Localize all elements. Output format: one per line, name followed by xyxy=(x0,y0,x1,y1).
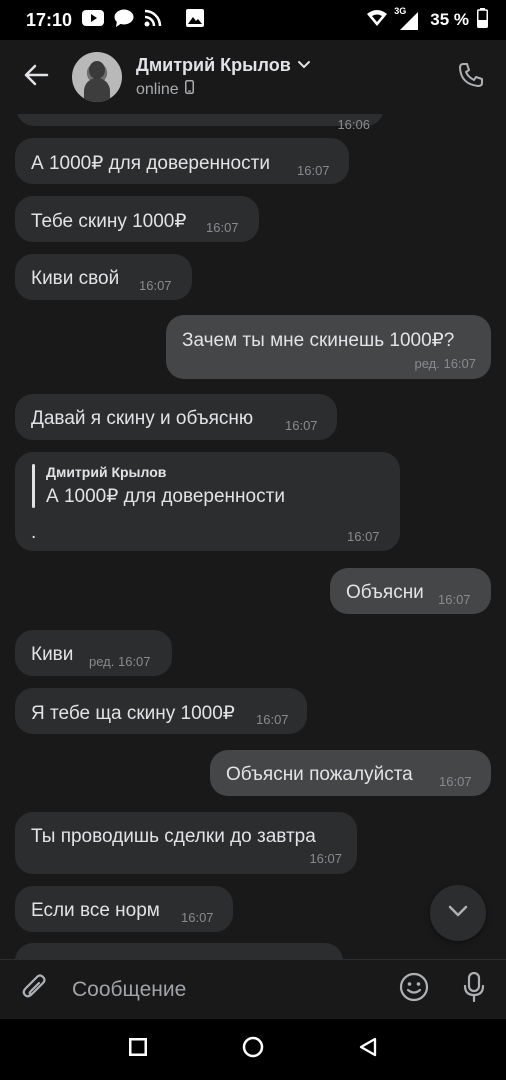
home-button[interactable] xyxy=(228,1025,278,1075)
chat-title: Дмитрий Крылов xyxy=(136,55,291,75)
chevron-down-icon xyxy=(447,904,469,923)
message-bubble[interactable]: Киви ред. 16:07 xyxy=(15,630,172,676)
message-time: 16:07 xyxy=(181,910,214,925)
recents-square-icon xyxy=(128,1038,147,1061)
reply-author: Дмитрий Крылов xyxy=(46,464,167,480)
reply-quote-bar xyxy=(32,464,35,508)
message-bubble[interactable]: Ты проводишь сделки до завтра 16:07 xyxy=(15,812,357,874)
back-arrow-icon xyxy=(23,64,49,91)
youtube-icon xyxy=(82,9,105,31)
message-text: Если все норм xyxy=(31,900,160,921)
wifi-icon xyxy=(366,9,388,32)
message-time: 16:07 xyxy=(297,163,330,178)
back-button[interactable] xyxy=(0,40,72,114)
message-composer xyxy=(0,959,506,1019)
emoji-icon xyxy=(399,972,429,1007)
reply-text: А 1000₽ для доверенности xyxy=(46,486,285,507)
attach-button[interactable] xyxy=(0,960,70,1020)
chat-header: Дмитрий Крылов online xyxy=(0,40,506,114)
message-bubble-partial[interactable] xyxy=(15,943,343,959)
message-text: Давай я скину и объясню xyxy=(31,408,254,429)
message-bubble[interactable]: Если все норм 16:07 xyxy=(15,886,233,932)
message-time: 16:07 xyxy=(439,774,472,789)
mobile-device-icon xyxy=(184,80,194,99)
rss-icon xyxy=(144,9,162,32)
message-text: Киви xyxy=(31,644,74,665)
message-text: Я тебе ща скину 1000₽ xyxy=(31,703,235,724)
status-bar: 17:10 3G 35 % xyxy=(0,0,506,40)
message-text: . xyxy=(31,522,37,543)
recents-button[interactable] xyxy=(113,1025,163,1075)
call-button[interactable] xyxy=(436,40,506,114)
message-bubble[interactable]: Я тебе ща скину 1000₽ 16:07 xyxy=(15,688,307,734)
scroll-down-button[interactable] xyxy=(430,885,486,941)
chevron-down-icon xyxy=(297,57,311,75)
message-text: Зачем ты мне скинешь 1000₽? xyxy=(182,330,455,351)
message-text: А 1000₽ для доверенности xyxy=(31,153,270,174)
message-list[interactable]: 16:06 А 1000₽ для доверенности 16:07 Теб… xyxy=(0,114,506,959)
message-time: 16:07 xyxy=(256,712,289,727)
message-bubble-reply[interactable]: Дмитрий Крылов А 1000₽ для доверенности … xyxy=(15,452,400,551)
message-time: 16:07 xyxy=(206,220,239,235)
message-text: Тебе скину 1000₽ xyxy=(31,211,187,232)
message-text: Киви свой xyxy=(31,268,120,289)
message-input[interactable] xyxy=(70,969,386,1010)
chat-title-button[interactable]: Дмитрий Крылов xyxy=(136,55,311,76)
message-bubble[interactable]: Киви свой 16:07 xyxy=(15,254,192,300)
message-time: ред. 16:07 xyxy=(89,654,151,669)
message-time: 16:07 xyxy=(285,418,318,433)
message-bubble[interactable]: Давай я скину и объясню 16:07 xyxy=(15,394,337,440)
message-time: 16:07 xyxy=(309,851,342,866)
microphone-icon xyxy=(463,971,485,1007)
message-bubble-outgoing[interactable]: Зачем ты мне скинешь 1000₽? ред. 16:07 xyxy=(166,315,491,379)
system-nav-bar xyxy=(0,1019,506,1080)
network-type-label: 3G xyxy=(394,6,407,16)
message-text: Объясни пожалуйста xyxy=(226,764,413,785)
message-time: 16:07 xyxy=(139,278,172,293)
message-time: 16:07 xyxy=(438,592,471,607)
message-bubble[interactable]: Тебе скину 1000₽ 16:07 xyxy=(15,196,259,242)
message-time: 16:07 xyxy=(347,529,380,544)
battery-icon xyxy=(477,7,488,33)
back-triangle-icon xyxy=(358,1037,378,1062)
message-time: 16:06 xyxy=(337,117,370,132)
message-bubble-partial[interactable]: 16:06 xyxy=(16,114,384,132)
phone-icon xyxy=(457,61,485,94)
emoji-button[interactable] xyxy=(386,960,442,1020)
battery-percent: 35 % xyxy=(430,10,469,29)
message-text: Ты проводишь сделки до завтра xyxy=(31,826,316,847)
message-bubble-outgoing[interactable]: Объясни 16:07 xyxy=(330,568,491,614)
signal-icon: 3G xyxy=(394,6,419,30)
chat-bubble-icon xyxy=(114,9,134,32)
message-time: ред. 16:07 xyxy=(414,356,476,371)
voice-message-button[interactable] xyxy=(442,960,506,1020)
back-nav-button[interactable] xyxy=(343,1025,393,1075)
online-status: online xyxy=(136,80,179,98)
message-bubble-outgoing[interactable]: Объясни пожалуйста 16:07 xyxy=(210,750,491,796)
message-bubble[interactable]: А 1000₽ для доверенности 16:07 xyxy=(15,138,349,184)
status-time: 17:10 xyxy=(26,9,73,30)
message-text: Объясни xyxy=(346,582,424,603)
paperclip-icon xyxy=(22,972,48,1007)
home-circle-icon xyxy=(242,1036,264,1063)
avatar[interactable] xyxy=(72,52,122,102)
image-icon xyxy=(186,8,205,32)
